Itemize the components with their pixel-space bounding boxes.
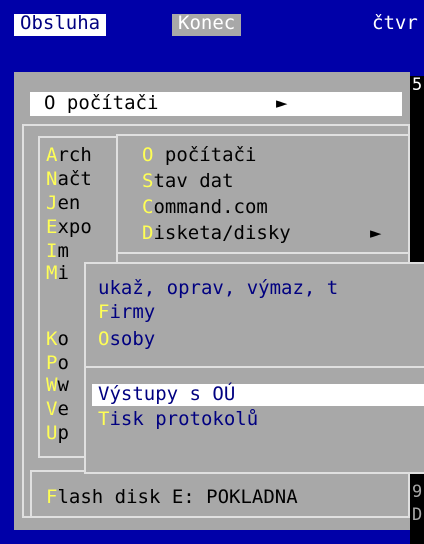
submenu-item-o-pocitaci[interactable]: O počítači xyxy=(142,146,256,165)
hotkey: W xyxy=(46,374,58,396)
popup-item-osoby[interactable]: Osoby xyxy=(98,330,155,349)
popup-item-vystupy[interactable]: Výstupy s OÚ xyxy=(98,385,235,404)
submenu-arrow-icon: ► xyxy=(370,222,382,244)
menu-item-archiv[interactable]: Arch xyxy=(46,146,92,165)
hotkey: I xyxy=(46,240,58,262)
background-text-fragment: 5 xyxy=(412,75,423,95)
popup-item-label: irmy xyxy=(109,301,156,323)
menu-item-label: o xyxy=(57,328,69,350)
menu-item-label: w xyxy=(57,374,69,396)
menu-item-export[interactable]: Expo xyxy=(46,218,92,237)
menu-item-up[interactable]: Up xyxy=(46,424,69,443)
hotkey: U xyxy=(46,422,58,444)
hotkey: F xyxy=(46,486,58,508)
hotkey: M xyxy=(46,262,58,284)
menu-item-label: ačt xyxy=(57,168,92,190)
selected-menu-item-label: O počítači xyxy=(44,92,159,114)
menu-item-ko[interactable]: Ko xyxy=(46,330,69,349)
flash-disk-item[interactable]: Flash disk E: POKLADNA xyxy=(46,488,298,507)
menu-item-label: en xyxy=(57,192,81,214)
popup-item-firmy[interactable]: Firmy xyxy=(98,303,155,322)
menu-item-nacist[interactable]: Načt xyxy=(46,170,92,189)
popup-divider xyxy=(84,366,424,368)
menu-obsluha[interactable]: Obsluha xyxy=(14,14,107,36)
flash-disk-label: lash disk E: POKLADNA xyxy=(57,486,298,508)
submenu-item-disketa-disky[interactable]: Disketa/disky xyxy=(142,224,291,243)
hotkey: A xyxy=(46,144,58,166)
menu-item-label: i xyxy=(57,262,69,284)
menu-item-ww[interactable]: Ww xyxy=(46,376,69,395)
menu-item-label: e xyxy=(57,398,69,420)
hotkey: P xyxy=(46,352,58,374)
hotkey: N xyxy=(46,168,58,190)
popup-item-tisk-protokolu[interactable]: Tisk protokolů xyxy=(98,410,258,429)
hotkey: F xyxy=(98,301,110,323)
window-title-fragment: čtvr xyxy=(372,12,418,34)
menu-konec[interactable]: Konec xyxy=(172,12,242,36)
hotkey: C xyxy=(142,196,154,218)
menu-item-label: p xyxy=(57,422,69,444)
popup-item-label: soby xyxy=(109,328,156,350)
submenu-item-label: počítači xyxy=(153,144,257,166)
menu-item-label: m xyxy=(57,240,69,262)
menu-item-jen[interactable]: Jen xyxy=(46,194,80,213)
hotkey: E xyxy=(46,216,58,238)
hotkey: K xyxy=(46,328,58,350)
hotkey: V xyxy=(46,398,58,420)
submenu-item-label: ommand.com xyxy=(153,196,268,218)
submenu-item-stav-dat[interactable]: Stav dat xyxy=(142,172,234,191)
menu-item-import[interactable]: Im xyxy=(46,242,69,261)
popup-item-label: isk protokolů xyxy=(109,408,259,430)
menu-item-label: o xyxy=(57,352,69,374)
hotkey: O xyxy=(98,328,110,350)
submenu-item-label: tav dat xyxy=(153,170,234,192)
menu-item-ve[interactable]: Ve xyxy=(46,400,69,419)
hotkey: J xyxy=(46,192,58,214)
menu-item-mi[interactable]: Mi xyxy=(46,264,69,283)
submenu-arrow-icon: ► xyxy=(276,92,288,114)
popup-header: ukaž, oprav, výmaz, t xyxy=(98,277,339,299)
hotkey: D xyxy=(142,222,154,244)
menu-konec-label: onec xyxy=(189,12,236,34)
menu-item-label: xpo xyxy=(57,216,92,238)
hotkey: O xyxy=(142,144,154,166)
submenu-item-label: isketa/disky xyxy=(153,222,291,244)
hotkey: T xyxy=(98,408,110,430)
submenu-item-command-com[interactable]: Command.com xyxy=(142,198,268,217)
menu-item-label: rch xyxy=(57,144,92,166)
hotkey: K xyxy=(178,12,190,34)
hotkey: S xyxy=(142,170,154,192)
menu-item-po[interactable]: Po xyxy=(46,354,69,373)
